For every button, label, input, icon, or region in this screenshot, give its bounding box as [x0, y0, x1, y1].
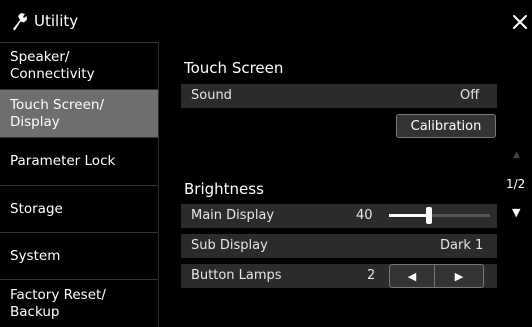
sidebar-item-system[interactable]: System — [0, 233, 158, 280]
sidebar-item-label: Storage — [10, 200, 63, 217]
sidebar-item-label: Touch Screen/ — [10, 96, 104, 113]
page-up-icon[interactable]: ▲ — [513, 150, 520, 160]
page-indicator: 1/2 — [506, 177, 526, 191]
sidebar-item-label: Factory Reset/ — [10, 287, 106, 303]
button-lamps-value: 2 — [367, 268, 376, 283]
sidebar-item-label: Parameter Lock — [10, 153, 116, 169]
increase-button[interactable]: ▶ — [434, 264, 484, 288]
calibration-button[interactable]: Calibration — [396, 114, 496, 138]
wrench-icon — [13, 13, 27, 31]
sub-display-value: Dark 1 — [440, 238, 484, 253]
slider-fill — [389, 214, 429, 217]
sidebar-item-storage[interactable]: Storage — [0, 186, 158, 233]
sidebar-item-label: System — [10, 247, 61, 264]
sidebar-item-factory-reset-backup[interactable]: Factory Reset/Backup — [0, 280, 158, 327]
sub-display-row[interactable]: Sub Display Dark 1 — [181, 234, 497, 258]
title-bar: Utility — [0, 0, 532, 42]
page-title: Utility — [34, 12, 79, 30]
sidebar-item-label: Backup — [10, 304, 60, 320]
sidebar: Speaker/Connectivity Touch Screen/Displa… — [0, 42, 158, 327]
sound-label: Sound — [191, 88, 232, 103]
sidebar-item-speaker-connectivity[interactable]: Speaker/Connectivity — [0, 43, 158, 90]
button-lamps-label: Button Lamps — [191, 268, 282, 283]
sound-row[interactable]: Sound Off — [181, 84, 497, 108]
sidebar-item-label: Speaker/ — [10, 49, 70, 65]
touch-screen-heading: Touch Screen — [184, 59, 284, 77]
sidebar-item-touch-screen-display[interactable]: Touch Screen/Display — [0, 90, 158, 138]
brightness-heading: Brightness — [184, 180, 264, 198]
sound-value: Off — [460, 88, 480, 103]
sidebar-item-parameter-lock[interactable]: Parameter Lock — [0, 138, 158, 186]
sidebar-item-label: Display — [10, 113, 60, 130]
decrease-button[interactable]: ◀ — [389, 264, 435, 288]
sidebar-item-label: Connectivity — [10, 66, 95, 82]
main-display-value: 40 — [356, 208, 373, 223]
sub-display-label: Sub Display — [191, 238, 268, 253]
page-down-icon[interactable]: ▼ — [512, 206, 520, 219]
main-display-slider[interactable] — [389, 207, 490, 224]
slider-knob[interactable] — [426, 207, 432, 224]
sidebar-divider — [158, 42, 159, 327]
close-icon[interactable] — [510, 12, 530, 32]
main-display-label: Main Display — [191, 208, 275, 223]
